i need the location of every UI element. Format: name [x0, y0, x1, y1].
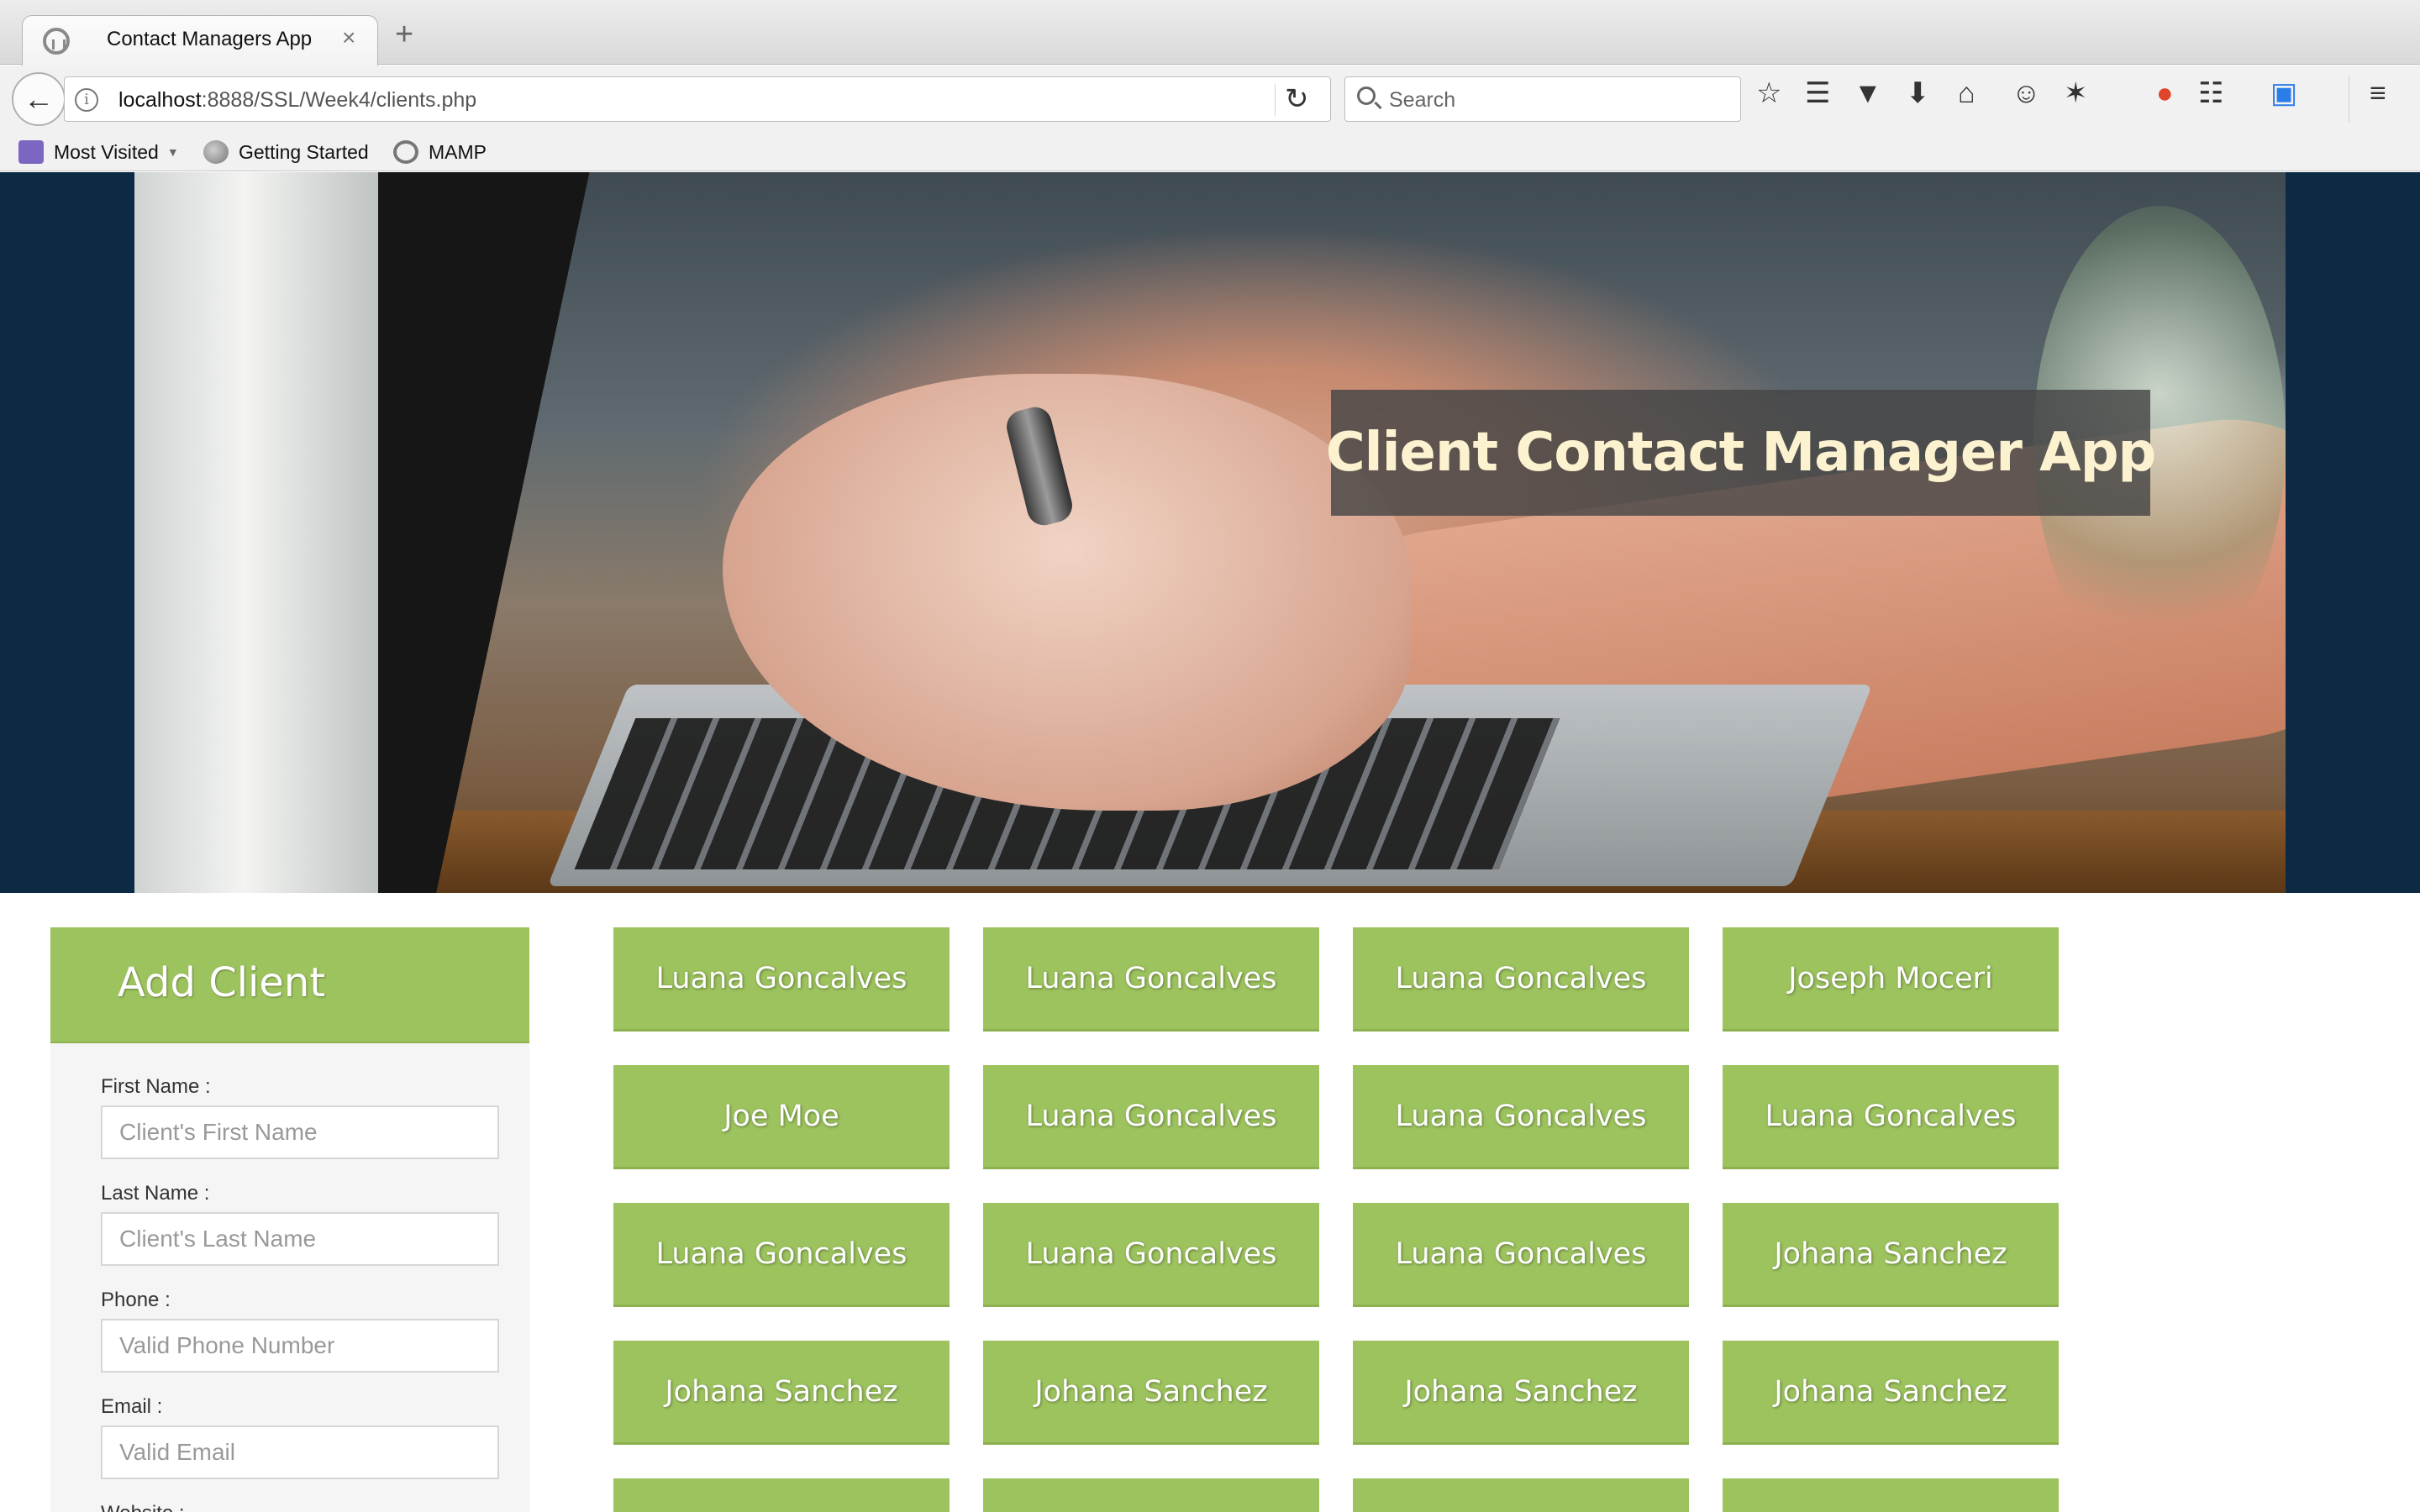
url-host: localhost	[118, 88, 202, 112]
globe-icon	[203, 140, 229, 164]
hamburger-menu-icon[interactable]: ≡	[2370, 79, 2386, 108]
reading-list-icon[interactable]: ☰	[1805, 79, 1830, 108]
tab-title: Contact Managers App	[107, 28, 313, 50]
home-icon[interactable]: ⌂	[1958, 79, 1975, 108]
client-button[interactable]: Luana Goncalves	[1353, 1065, 1689, 1169]
tab-bar: Contact Managers App × +	[0, 0, 2420, 66]
extension-icon[interactable]: ✶	[2064, 79, 2088, 108]
client-button[interactable]: Luana Goncalves	[613, 1203, 950, 1307]
add-client-title: Add Client	[118, 959, 326, 1006]
email-input[interactable]	[101, 1425, 499, 1479]
page-title: Client Contact Manager App	[1325, 422, 2157, 484]
hero-title-box: Client Contact Manager App	[1326, 390, 2156, 516]
phone-label: Phone :	[101, 1289, 171, 1311]
color-picker-icon[interactable]: ●	[2156, 79, 2174, 108]
email-label: Email :	[101, 1395, 163, 1418]
client-button[interactable]	[983, 1478, 1319, 1512]
client-button[interactable]: Luana Goncalves	[983, 1065, 1319, 1169]
client-button[interactable]: Luana Goncalves	[1353, 1203, 1689, 1307]
first-name-input[interactable]	[101, 1105, 499, 1159]
client-button[interactable]: Luana Goncalves	[613, 927, 950, 1032]
add-client-header: Add Client	[50, 927, 529, 1043]
url-path: :8888/SSL/Week4/clients.php	[201, 88, 477, 112]
laptop-typing-photo	[134, 172, 2286, 893]
bookmark-label: Getting Started	[239, 140, 369, 163]
url-divider	[1275, 84, 1276, 116]
client-button[interactable]: Joseph Moceri	[1723, 927, 2059, 1032]
bookmark-star-icon[interactable]: ☆	[1756, 79, 1781, 108]
client-button[interactable]: Johana Sanchez	[1353, 1341, 1689, 1445]
client-button[interactable]	[613, 1478, 950, 1512]
photo-mug	[134, 172, 378, 893]
downloader-icon[interactable]: ▣	[2270, 79, 2297, 108]
client-button[interactable]: Joe Moe	[613, 1065, 950, 1169]
search-bar[interactable]: Search	[1344, 76, 1741, 122]
bookmark-getting-started[interactable]: Getting Started	[203, 138, 369, 166]
mamp-icon	[393, 140, 418, 164]
site-info-icon[interactable]: i	[75, 88, 98, 112]
download-icon[interactable]: ⬇	[1906, 79, 1930, 108]
first-name-label: First Name :	[101, 1075, 211, 1098]
client-button[interactable]: Johana Sanchez	[983, 1341, 1319, 1445]
hero-banner: Client Contact Manager App	[0, 172, 2420, 893]
client-button[interactable]: Johana Sanchez	[1723, 1341, 2059, 1445]
url-text[interactable]: localhost:8888/SSL/Week4/clients.php	[118, 88, 476, 113]
clipboard-icon[interactable]: ☷	[2198, 79, 2223, 108]
client-button[interactable]: Luana Goncalves	[983, 927, 1319, 1032]
close-tab-icon[interactable]: ×	[342, 24, 355, 51]
chat-icon[interactable]: ☺	[2012, 79, 2041, 108]
client-button[interactable]: Johana Sanchez	[613, 1341, 950, 1445]
bookmarks-toolbar: Most Visited ▼ Getting Started MAMP	[0, 133, 2420, 171]
website-label: Website :	[101, 1502, 185, 1512]
back-arrow-icon: ←	[24, 81, 54, 116]
back-button[interactable]: ←	[12, 72, 66, 126]
search-placeholder: Search	[1389, 88, 1456, 112]
client-button[interactable]: Luana Goncalves	[1353, 927, 1689, 1032]
tab-contact-managers-app[interactable]: Contact Managers App ×	[22, 15, 378, 66]
reload-icon[interactable]: ↻	[1285, 82, 1309, 116]
folder-icon	[18, 140, 44, 164]
bookmark-mamp[interactable]: MAMP	[393, 138, 487, 166]
client-button[interactable]	[1353, 1478, 1689, 1512]
client-button[interactable]	[1723, 1478, 2059, 1512]
new-tab-icon[interactable]: +	[395, 18, 413, 50]
search-icon	[1357, 87, 1376, 105]
bookmark-most-visited[interactable]: Most Visited ▼	[18, 138, 179, 166]
phone-input[interactable]	[101, 1319, 499, 1373]
add-client-panel: Add Client First Name : Last Name : Phon…	[50, 927, 529, 1512]
bookmark-label: MAMP	[429, 140, 487, 163]
client-button[interactable]: Johana Sanchez	[1723, 1203, 2059, 1307]
pocket-icon[interactable]: ▼	[1854, 79, 1882, 108]
mamp-favicon-icon	[43, 28, 70, 55]
client-button[interactable]: Luana Goncalves	[1723, 1065, 2059, 1169]
bookmark-label: Most Visited	[54, 140, 159, 163]
last-name-input[interactable]	[101, 1212, 499, 1266]
chevron-down-icon: ▼	[166, 145, 179, 159]
url-bar[interactable]: i localhost:8888/SSL/Week4/clients.php ↻	[64, 76, 1331, 122]
client-button[interactable]: Luana Goncalves	[983, 1203, 1319, 1307]
last-name-label: Last Name :	[101, 1182, 210, 1205]
navigation-toolbar: ← i localhost:8888/SSL/Week4/clients.php…	[0, 66, 2420, 133]
